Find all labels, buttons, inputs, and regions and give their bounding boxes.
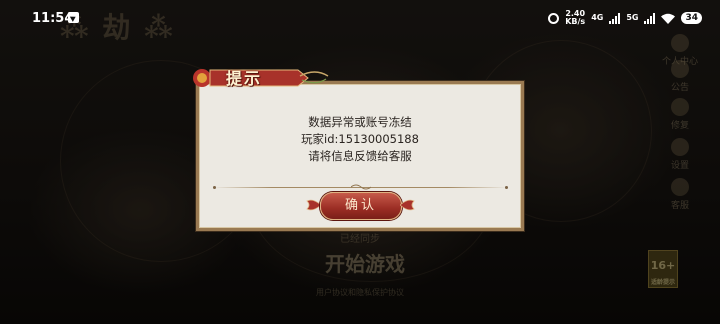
network-type-1: 4G [591,13,604,22]
divider-ornament [351,184,371,190]
battery-indicator: 34 [681,12,702,24]
button-ornament-left [306,199,321,211]
status-icons: 2.40 KB/s 4G 5G 34 [548,10,702,26]
divider-dot [505,186,508,189]
signal-icon [609,12,621,24]
signal-icon [644,12,656,24]
confirm-button[interactable]: 确认 [320,192,402,220]
dialog-message-line: 请将信息反馈给客服 [308,149,412,163]
wifi-icon [661,13,676,24]
telegram-icon [68,12,79,23]
dialog-title: 提示 [226,69,263,88]
network-speed: 2.40 KB/s [565,9,586,26]
dialog-message-line: 数据异常或账号冻结 [308,115,412,129]
dialog-message-line: 玩家id:15130005188 [301,132,419,146]
button-ornament-right [400,199,415,211]
alarm-icon [548,12,560,24]
status-bar: 11:54 2.40 KB/s 4G 5G 34 [0,0,720,36]
network-type-2: 5G [626,13,639,22]
dialog-message: 数据异常或账号冻结 玩家id:15130005188 请将信息反馈给客服 [199,114,521,165]
